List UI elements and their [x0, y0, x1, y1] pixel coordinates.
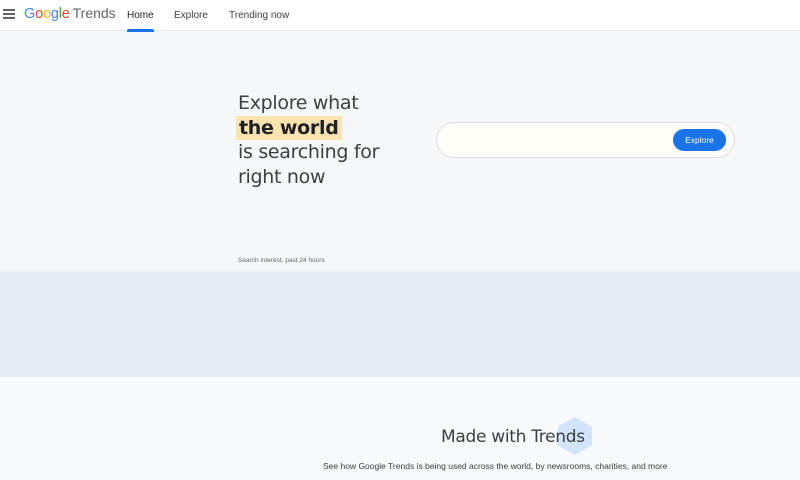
made-with-trends-subtitle: See how Google Trends is being used acro… [323, 461, 668, 471]
tab-trending-now-label: Trending now [229, 10, 290, 21]
search-interest-chart-area [0, 271, 800, 377]
hamburger-menu-icon[interactable] [3, 9, 15, 19]
top-app-bar: Google Trends Home Explore Trending now [0, 0, 800, 32]
headline-line-4: right now [238, 165, 326, 188]
tab-trending-now[interactable]: Trending now [229, 0, 289, 31]
tab-home-label: Home [127, 10, 154, 21]
logo-google-wordmark: Google [24, 6, 70, 22]
headline-line-3: is searching for [238, 141, 380, 163]
headline-line-1: Explore what [238, 92, 359, 114]
made-with-trends-title: Made with Trends [441, 427, 585, 447]
search-input[interactable] [451, 132, 671, 150]
tab-explore-label: Explore [174, 10, 208, 21]
headline-highlight: the world [236, 115, 342, 140]
logo-trends-text: Trends [72, 5, 116, 21]
google-trends-logo[interactable]: Google Trends [24, 5, 116, 23]
explore-button[interactable]: Explore [673, 129, 726, 151]
search-interest-label: Search interest, past 24 hours [238, 257, 325, 264]
tab-explore[interactable]: Explore [174, 0, 208, 31]
tab-home[interactable]: Home [127, 0, 154, 32]
hero-headline: Explore what the world is searching for … [236, 91, 380, 189]
